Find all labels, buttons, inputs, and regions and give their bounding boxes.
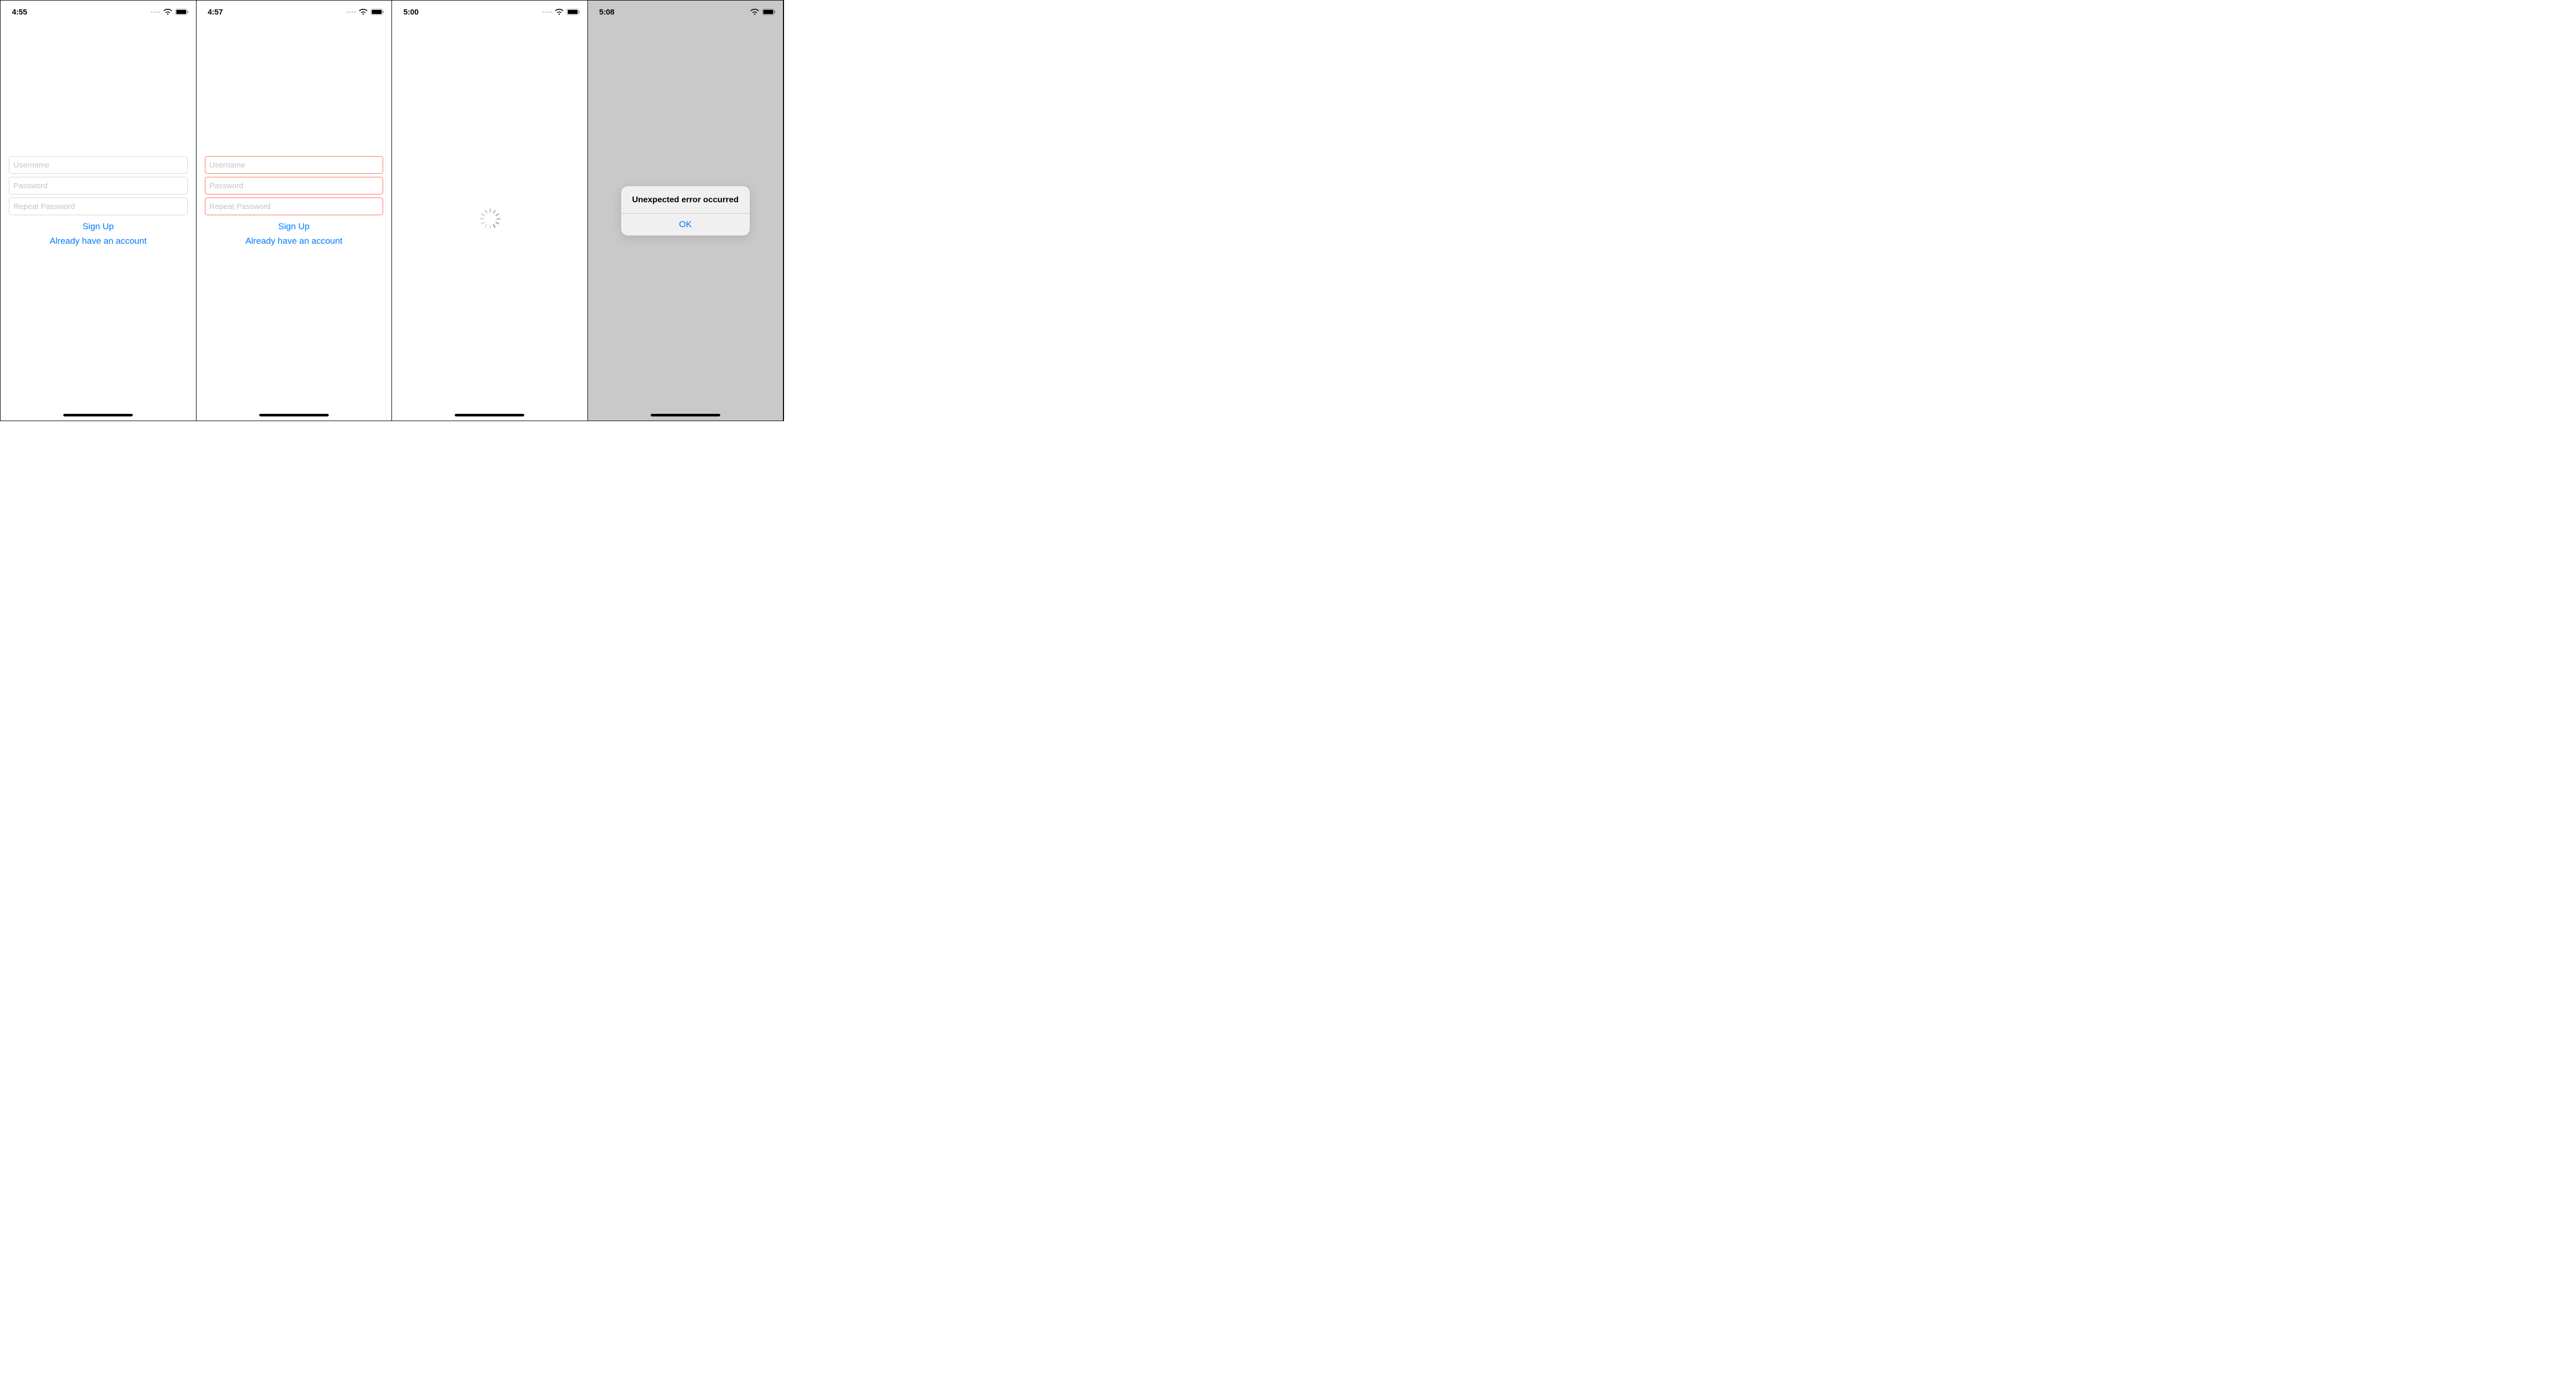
wifi-icon (555, 9, 564, 15)
status-time: 5:00 (403, 8, 418, 17)
alert-title: Unexpected error occurred (621, 186, 750, 213)
status-bar: 5:00 (392, 1, 587, 23)
home-indicator (63, 414, 133, 416)
wifi-icon (359, 9, 368, 15)
signup-form: Username Password Repeat Password Sign U… (1, 23, 196, 421)
repeat-password-field[interactable]: Repeat Password (205, 198, 384, 215)
loading-area (392, 23, 587, 421)
cellular-dots-icon (542, 11, 552, 13)
signup-button[interactable]: Sign Up (9, 221, 188, 232)
screen-alert: 5:08 Unexpected error occurred OK (588, 1, 784, 421)
signup-form: Username Password Repeat Password Sign U… (197, 23, 392, 421)
screen-loading: 5:00 (392, 1, 588, 421)
username-field[interactable]: Username (205, 156, 384, 174)
alert-backdrop: Unexpected error occurred OK (588, 1, 783, 421)
status-time: 4:55 (12, 8, 27, 17)
screen-signup-error: 4:57 Username Password Repeat Password S… (197, 1, 393, 421)
battery-icon (371, 9, 384, 15)
status-indicators (151, 9, 189, 15)
alert-dialog: Unexpected error occurred OK (621, 186, 750, 235)
password-field[interactable]: Password (9, 177, 188, 194)
screen-signup-default: 4:55 Username Password Repeat Password S… (1, 1, 197, 421)
username-placeholder: Username (209, 161, 245, 170)
home-indicator (651, 414, 720, 416)
password-placeholder: Password (209, 182, 244, 190)
home-indicator (455, 414, 524, 416)
status-time: 4:57 (208, 8, 223, 17)
repeat-password-placeholder: Repeat Password (13, 202, 75, 211)
already-have-account-link[interactable]: Already have an account (205, 236, 384, 246)
status-bar: 4:55 (1, 1, 196, 23)
battery-icon (567, 9, 580, 15)
status-indicators (346, 9, 384, 15)
wifi-icon (163, 9, 172, 15)
repeat-password-field[interactable]: Repeat Password (9, 198, 188, 215)
signup-button[interactable]: Sign Up (205, 221, 384, 232)
home-indicator (259, 414, 329, 416)
battery-icon (175, 9, 189, 15)
status-bar: 4:57 (197, 1, 392, 23)
status-indicators (542, 9, 580, 15)
password-field[interactable]: Password (205, 177, 384, 194)
already-have-account-link[interactable]: Already have an account (9, 236, 188, 246)
repeat-password-placeholder: Repeat Password (209, 202, 271, 211)
username-field[interactable]: Username (9, 156, 188, 174)
alert-ok-button[interactable]: OK (621, 214, 750, 235)
cellular-dots-icon (151, 11, 160, 13)
password-placeholder: Password (13, 182, 48, 190)
spinner-icon (482, 214, 497, 230)
cellular-dots-icon (346, 11, 356, 13)
username-placeholder: Username (13, 161, 49, 170)
